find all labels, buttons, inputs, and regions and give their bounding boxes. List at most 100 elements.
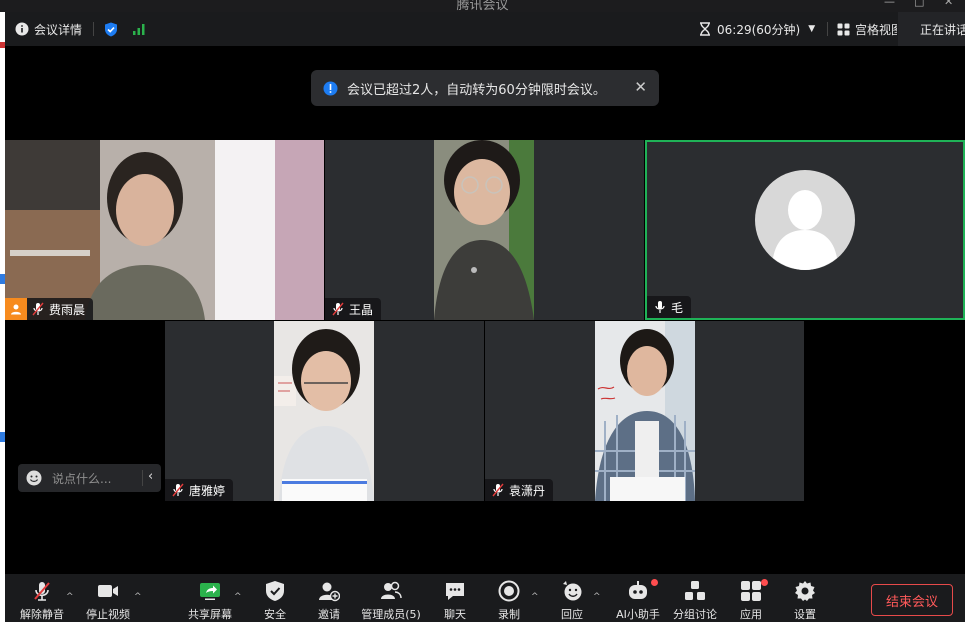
info-icon: [323, 81, 338, 95]
signal-icon: [133, 24, 145, 35]
layout-button[interactable]: 宫格视图: [837, 12, 897, 46]
chevron-up-icon[interactable]: ^: [134, 592, 142, 602]
timer-text: 06:29(60分钟): [717, 22, 801, 37]
participant-name-bar: 王晶: [325, 298, 382, 320]
share-screen-icon: [200, 583, 220, 600]
minimize-icon[interactable]: —: [884, 0, 895, 8]
meeting-timer[interactable]: 06:29(60分钟) ▼: [699, 12, 815, 46]
video-tile-participant-2[interactable]: 王晶: [325, 140, 644, 320]
video-tile-participant-1[interactable]: 费雨晨: [5, 140, 324, 320]
chat-button[interactable]: 聊天: [435, 574, 475, 622]
security-button[interactable]: 安全: [255, 574, 295, 622]
apps-button[interactable]: 应用: [731, 574, 771, 622]
invite-label: 邀请: [318, 608, 340, 621]
participant-name: 唐雅婷: [189, 483, 226, 498]
chevron-left-icon[interactable]: ‹: [148, 469, 153, 484]
chevron-up-icon[interactable]: ^: [234, 592, 242, 602]
hourglass-icon: [700, 22, 710, 36]
apps-icon: [741, 581, 761, 601]
participant-video: [434, 140, 534, 320]
security-label: 安全: [264, 608, 286, 621]
participant-name-bar: 唐雅婷: [165, 479, 234, 501]
emoji-icon[interactable]: [26, 470, 42, 486]
mic-muted-icon: [332, 302, 344, 316]
chat-quick-input[interactable]: 说点什么... ‹: [18, 464, 161, 492]
ai-assistant-button[interactable]: AI小助手: [613, 574, 663, 622]
shield-icon: [105, 22, 117, 36]
participant-name-bar: 费雨晨: [5, 298, 94, 320]
network-signal[interactable]: [132, 12, 146, 46]
participant-video: [5, 140, 324, 320]
video-tile-participant-4[interactable]: 唐雅婷: [165, 321, 484, 501]
breakout-label: 分组讨论: [673, 608, 717, 621]
participant-name-bar: 毛: [647, 296, 692, 318]
mic-muted-icon: [172, 483, 184, 497]
video-tile-participant-3[interactable]: 毛: [645, 140, 965, 320]
chevron-down-icon: ▼: [808, 24, 816, 34]
participant-name: 毛: [671, 300, 684, 315]
close-window-icon[interactable]: ✕: [944, 0, 953, 8]
breakout-button[interactable]: 分组讨论: [670, 574, 720, 622]
record-icon: [498, 580, 520, 602]
divider: [142, 470, 143, 486]
participant-video: [595, 321, 695, 501]
end-meeting-button[interactable]: 结束会议: [871, 584, 953, 616]
settings-label: 设置: [794, 608, 816, 621]
manage-members-button[interactable]: 管理成员(5): [359, 574, 423, 622]
camera-icon: [98, 585, 118, 597]
close-icon[interactable]: ✕: [634, 78, 647, 96]
participant-name: 王晶: [349, 302, 374, 317]
divider: [827, 22, 828, 36]
chevron-up-icon[interactable]: ^: [593, 592, 601, 602]
mic-muted-icon: [32, 302, 44, 316]
chevron-up-icon[interactable]: ^: [531, 592, 539, 602]
meeting-info-label: 会议详情: [34, 22, 83, 37]
user-icon: [11, 304, 21, 315]
host-badge: [5, 298, 27, 320]
participant-video: [274, 321, 374, 501]
apps-label: 应用: [740, 608, 762, 621]
video-tile-participant-5[interactable]: 袁潇丹: [485, 321, 804, 501]
chevron-up-icon[interactable]: ^: [66, 592, 74, 602]
breakout-icon: [685, 581, 705, 600]
participant-name-bar: 袁潇丹: [485, 479, 554, 501]
invite-button[interactable]: 邀请: [309, 574, 349, 622]
notification-dot: [651, 579, 658, 586]
notice-text: 会议已超过2人，自动转为60分钟限时会议。: [347, 82, 606, 98]
mic-muted-icon: [492, 483, 504, 497]
settings-button[interactable]: 设置: [785, 574, 825, 622]
share-screen-label: 共享屏幕: [188, 608, 232, 621]
reactions-button[interactable]: 回应: [552, 574, 592, 622]
gear-icon: [795, 581, 815, 601]
chat-label: 聊天: [444, 608, 466, 621]
meeting-info-button[interactable]: 会议详情: [15, 12, 82, 46]
shield-icon: [266, 581, 284, 601]
unmute-button[interactable]: 解除静音: [17, 574, 67, 622]
window-titlebar: 腾讯会议 — □ ✕: [0, 0, 965, 13]
time-limit-notice: 会议已超过2人，自动转为60分钟限时会议。 ✕: [311, 70, 659, 106]
unmute-label: 解除静音: [20, 608, 64, 621]
info-icon: [15, 22, 29, 36]
participant-name: 费雨晨: [49, 302, 86, 317]
chat-icon: [446, 583, 464, 600]
record-label: 录制: [498, 608, 520, 621]
security-status[interactable]: [104, 12, 118, 46]
share-screen-button[interactable]: 共享屏幕: [185, 574, 235, 622]
mic-muted-icon: [34, 582, 50, 601]
add-user-icon: [319, 582, 340, 602]
reaction-icon: [563, 581, 582, 601]
grid-icon: [837, 23, 850, 35]
manage-members-label: 管理成员(5): [361, 608, 421, 621]
speaking-indicator[interactable]: 正在讲话: [898, 12, 965, 46]
top-bar: 会议详情 06:29(60分钟) ▼ 宫格视图 正在讲话: [5, 12, 965, 46]
ai-assistant-label: AI小助手: [616, 608, 660, 621]
speaking-label: 正在讲话: [920, 22, 965, 37]
record-button[interactable]: 录制: [489, 574, 529, 622]
chat-placeholder: 说点什么...: [52, 471, 112, 486]
reactions-label: 回应: [561, 608, 583, 621]
layout-label: 宫格视图: [855, 22, 897, 37]
default-avatar-icon: [755, 170, 855, 270]
bottom-toolbar: 解除静音 ^ 停止视频 ^ 共享屏幕 ^ 安全 邀请 管理成员(5) 聊天 录制…: [5, 574, 965, 622]
stop-video-button[interactable]: 停止视频: [83, 574, 133, 622]
maximize-icon[interactable]: □: [914, 0, 924, 8]
